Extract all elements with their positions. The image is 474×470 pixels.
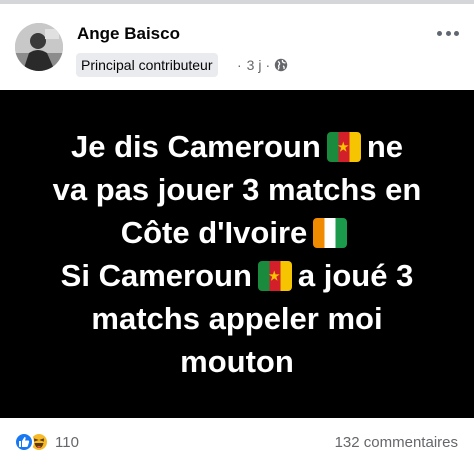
post-timestamp[interactable]: 3 j bbox=[247, 57, 262, 73]
globe-icon bbox=[274, 58, 288, 72]
post-line: mouton bbox=[180, 340, 294, 383]
post-line: va pas jouer 3 matchs en bbox=[53, 168, 422, 211]
author-name[interactable]: Ange Baisco bbox=[77, 24, 180, 44]
post-text: Je dis Cameroun bbox=[71, 129, 321, 164]
post-line: Si Cameroun ★ a joué 3 bbox=[61, 254, 414, 297]
more-horizontal-icon bbox=[454, 30, 459, 36]
post-text: matchs appeler moi bbox=[91, 301, 383, 336]
post-text: va pas jouer 3 matchs en bbox=[52, 172, 422, 207]
post-meta: · 3 j · bbox=[237, 54, 288, 76]
ivory-coast-flag-icon bbox=[313, 217, 348, 248]
like-icon bbox=[14, 432, 34, 452]
post-line: Côte d'Ivoire bbox=[121, 211, 354, 254]
post-header: Ange Baisco Principal contributeur · 3 j… bbox=[0, 4, 474, 90]
avatar[interactable] bbox=[15, 23, 63, 71]
meta-separator: · bbox=[237, 57, 242, 73]
post-text: ne bbox=[366, 129, 403, 164]
comments-count-link[interactable]: 132 commentaires bbox=[335, 434, 458, 451]
cameroon-flag-icon: ★ bbox=[326, 131, 361, 162]
post-text: Côte d'Ivoire bbox=[120, 215, 308, 250]
post-line: Je dis Cameroun ★ ne bbox=[71, 125, 403, 168]
post-text-card: Je dis Cameroun ★ ne va pas jouer 3 matc… bbox=[0, 90, 474, 418]
more-horizontal-icon bbox=[445, 30, 451, 36]
reactions-summary[interactable]: 110 bbox=[14, 432, 79, 452]
cameroon-flag-icon: ★ bbox=[257, 260, 292, 291]
meta-separator: · bbox=[265, 57, 271, 73]
contributor-badge[interactable]: Principal contributeur bbox=[76, 53, 218, 77]
post-text: a joué 3 bbox=[297, 258, 414, 293]
post-text: mouton bbox=[180, 344, 294, 379]
post-line: matchs appeler moi bbox=[91, 297, 382, 340]
post-footer: 110 132 commentaires bbox=[0, 418, 474, 470]
more-horizontal-icon bbox=[437, 30, 442, 36]
post-text: Si Cameroun bbox=[60, 258, 252, 293]
more-options-button[interactable] bbox=[434, 22, 462, 44]
reaction-count: 110 bbox=[55, 433, 79, 451]
